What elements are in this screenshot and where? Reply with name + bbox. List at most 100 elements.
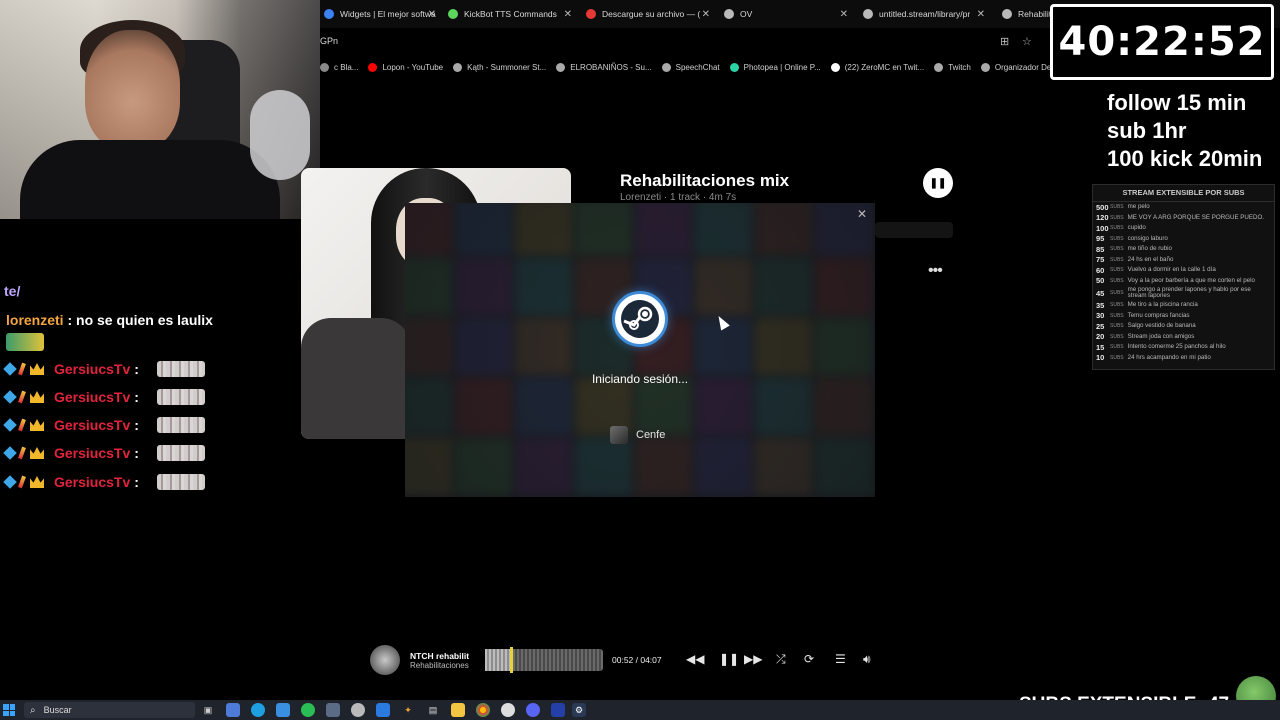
browser-tab[interactable]: Descargue su archivo — ( ✕ [586,4,710,24]
star-icon[interactable]: ☆ [1022,35,1032,48]
browser-tab[interactable]: Widgets | El mejor softwa ✕ [324,4,436,24]
more-options-icon[interactable]: ••• [928,262,943,280]
address-bar[interactable]: GPn ⊞ ☆ [320,30,1050,54]
bookmark-item[interactable]: Twitch [934,62,971,72]
goal-line: follow 15 min [1107,90,1247,115]
tab-favicon-icon [586,9,596,19]
browser-tab[interactable]: untitled.stream/library/pr ✕ [863,4,985,24]
taskbar-search[interactable]: ⌕ Buscar [24,702,195,718]
rewind-icon[interactable]: ◀◀ [686,652,704,666]
app-icon[interactable] [226,703,240,717]
chat-colon: : [134,445,139,461]
search-icon: ⌕ [30,704,36,716]
tab-favicon-icon [863,9,873,19]
chat-username: GersiucsTv [54,445,131,461]
app-icon[interactable]: ▤ [426,703,440,717]
reward-sub-count: 20 [1096,332,1105,342]
reward-row: 25 SUBS Salgo vestido de banana [1093,321,1274,332]
windows-start-icon[interactable] [3,704,15,716]
app-icon[interactable] [351,703,365,717]
bookmark-label: Lopon - YouTube [382,62,444,72]
search-label: Buscar [43,705,72,715]
reward-sub-count: 95 [1096,234,1105,244]
close-icon[interactable]: ✕ [564,9,572,20]
steam-login-dialog: ✕ Iniciando sesión... Cenfe [405,203,875,497]
webcam-feed [0,0,320,219]
close-icon[interactable]: ✕ [857,207,867,221]
discord-icon[interactable] [526,703,540,717]
steam-username: Cenfe [636,429,666,441]
shuffle-icon[interactable]: ⤮ [776,652,786,667]
sword-badge-icon [18,362,26,376]
reward-sub-count: 45 [1096,288,1105,298]
tab-favicon-icon [1002,9,1012,19]
queue-icon[interactable]: ☰ [835,652,846,666]
store-icon[interactable] [276,703,290,717]
bookmark-item[interactable]: (22) ZeroMC en Twit... [830,62,925,72]
panel-title: STREAM EXTENSIBLE POR SUBS [1093,185,1274,202]
reward-text: me tiño de rubio [1127,245,1172,252]
pause-button[interactable]: ❚❚ [923,168,953,198]
playhead[interactable] [510,647,513,673]
bookmark-item[interactable]: c Bla... [320,62,358,72]
bookmark-item[interactable]: Organizador De Za [980,62,1050,72]
reward-subs-label: SUBS [1110,246,1124,253]
close-icon[interactable]: ✕ [977,9,985,20]
waveform-seek-bar[interactable] [485,647,603,673]
reward-subs-label: SUBS [1110,277,1124,284]
file-explorer-icon[interactable] [451,703,465,717]
reward-text: cupido [1127,224,1146,231]
reward-row: 100 SUBS cupido [1093,223,1274,234]
app-icon[interactable] [376,703,390,717]
tab-title: OV [740,9,753,19]
browser-tab[interactable]: OV ✕ [724,4,848,24]
edge-icon[interactable] [251,703,265,717]
goal-line: sub 1hr [1107,118,1187,143]
reward-subs-label: SUBS [1110,344,1124,351]
bookmark-label: SpeechChat [675,62,720,72]
close-icon[interactable]: ✕ [428,9,436,20]
close-icon[interactable]: ✕ [840,9,848,20]
app-icon[interactable] [551,703,565,717]
steam-taskbar-icon[interactable]: ⚙ [572,703,586,717]
chat-emote [156,361,205,377]
app-icon[interactable] [501,703,515,717]
bookmark-item[interactable]: Lopon - YouTube [368,62,444,72]
reward-subs-label: SUBS [1110,204,1124,211]
chat-colon: : [134,389,139,405]
bookmark-item[interactable]: SpeechChat [661,62,720,72]
app-icon[interactable] [301,703,315,717]
chrome-icon[interactable] [476,703,490,717]
reward-row: 45 SUBS me pongo a prender lapones y hablo… [1093,286,1274,300]
browser-tab[interactable]: KickBot TTS Commands ✕ [448,4,572,24]
steam-logo-glyph [621,300,659,338]
track-row[interactable] [875,222,953,238]
chat-username: lorenzeti [6,312,64,328]
reward-sub-count: 35 [1096,300,1105,310]
chat-message: GersiucsTv: [3,471,205,493]
bookmark-item[interactable]: Photopea | Online P... [729,62,821,72]
reward-row: 75 SUBS 24 hs en el baño [1093,255,1274,266]
diamond-badge-icon [3,475,17,489]
bookmark-label: Twitch [948,62,971,72]
bookmark-label: (22) ZeroMC en Twit... [844,62,925,72]
bookmark-item[interactable]: ELROBANIÑOS - Su... [556,62,652,72]
reward-sub-count: 10 [1096,353,1105,363]
volume-icon[interactable]: 🔊︎ [863,652,871,667]
reward-text: 24 hs en el baño [1127,255,1174,263]
repeat-icon[interactable]: ⟳ [804,652,814,666]
chat-colon: : [134,417,139,433]
app-icon[interactable] [326,703,340,717]
pause-icon[interactable]: ❚❚ [719,652,739,666]
close-icon[interactable]: ✕ [702,9,710,20]
bookmark-item[interactable]: Kąth - Summoner St... [453,62,546,72]
reward-text: Voy a la peor barbería a que me corten e… [1127,276,1255,284]
reward-subs-label: SUBS [1110,354,1124,361]
app-icon[interactable]: ✦ [401,703,415,717]
task-view-icon[interactable]: ▣ [201,703,215,717]
sword-badge-icon [18,446,26,460]
now-playing-title: NTCH rehabilit [410,650,470,661]
fast-forward-icon[interactable]: ▶▶ [744,652,762,666]
chat-message: GersiucsTv: [3,442,205,464]
translate-icon[interactable]: ⊞ [1000,35,1009,48]
